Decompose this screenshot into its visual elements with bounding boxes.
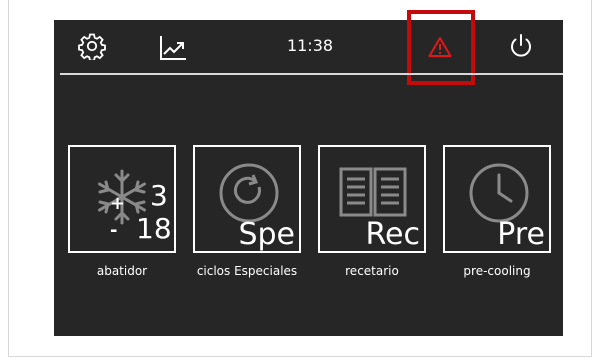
minus-sign: -: [110, 220, 118, 241]
tile-pre-cooling[interactable]: Pre: [443, 145, 551, 253]
tile-recetario[interactable]: Rec: [318, 145, 426, 253]
book-icon: [338, 163, 408, 223]
settings-gear-icon[interactable]: [78, 32, 106, 62]
minus-value: 18: [136, 212, 172, 245]
plus-sign: +: [110, 193, 126, 214]
tile-code-spe: Spe: [238, 217, 295, 252]
power-icon[interactable]: [507, 32, 535, 60]
alert-triangle-icon[interactable]: [428, 36, 452, 58]
clock-icon: [467, 161, 531, 225]
tile-abatidor[interactable]: + 3 - 18: [68, 145, 176, 253]
tile-label-recetario: recetario: [345, 264, 399, 278]
tile-ciclos-especiales[interactable]: Spe: [193, 145, 301, 253]
plus-value: 3: [150, 179, 168, 212]
top-bar: 11:38: [54, 10, 563, 85]
tile-code-pre: Pre: [497, 217, 545, 252]
device-screen: 11:38 + 3 - 18 abatidor Spe ciclos Espec…: [54, 10, 563, 336]
refresh-cycle-icon: [217, 161, 281, 225]
window-frame: 11:38 + 3 - 18 abatidor Spe ciclos Espec…: [8, 0, 592, 357]
chart-trend-icon[interactable]: [159, 35, 187, 61]
top-divider: [60, 73, 563, 75]
tile-label-ciclos-especiales: ciclos Especiales: [196, 264, 298, 278]
tile-label-abatidor: abatidor: [96, 264, 148, 278]
clock-time: 11:38: [286, 36, 334, 55]
tile-label-pre-cooling: pre-cooling: [463, 264, 531, 278]
tile-code-rec: Rec: [365, 217, 420, 252]
